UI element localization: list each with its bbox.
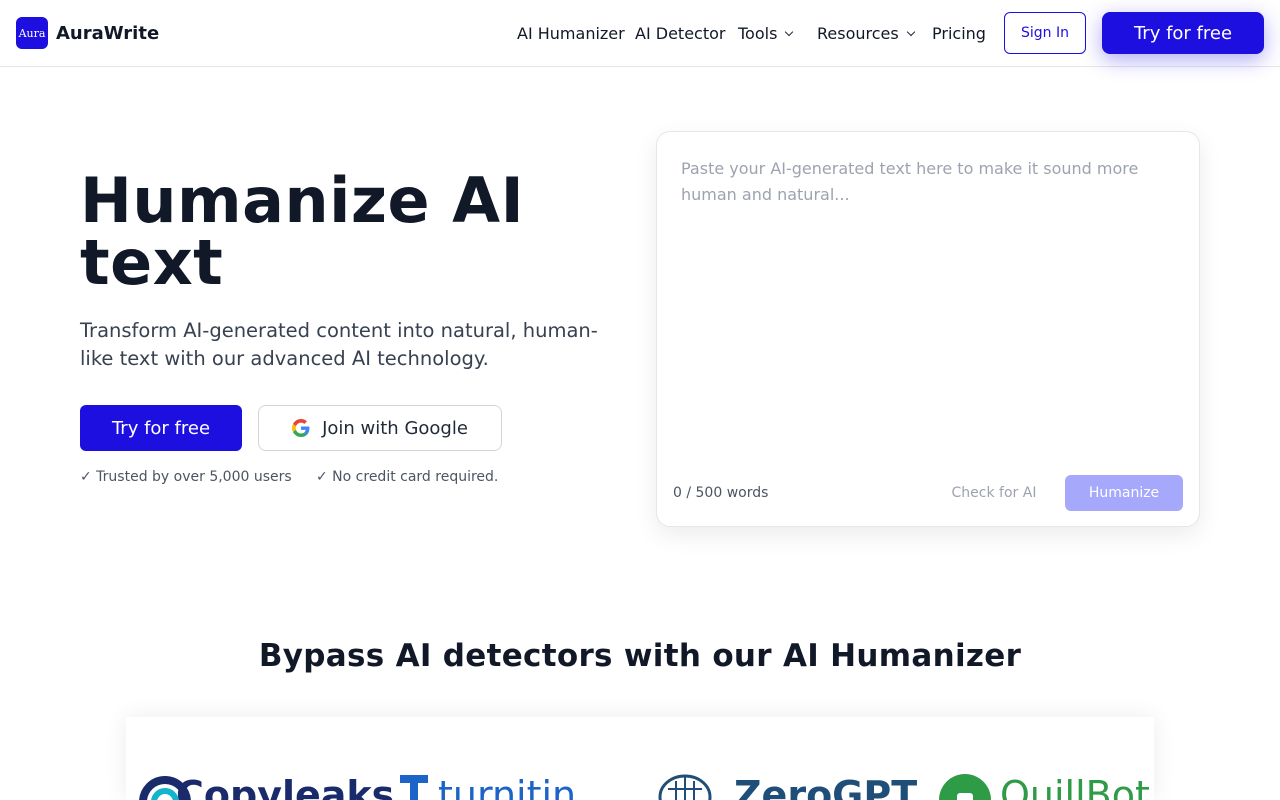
nav-label: Pricing (932, 24, 986, 43)
ai-text-input[interactable] (681, 156, 1171, 436)
no-credit-card-text: ✓ No credit card required. (316, 469, 499, 485)
nav-label: Resources (817, 24, 899, 43)
nav-ai-humanizer[interactable]: AI Humanizer (517, 24, 625, 43)
top-navbar: Aura AuraWrite AI Humanizer AI Detector … (0, 0, 1280, 67)
logo-mark-icon: Aura (16, 17, 48, 49)
quillbot-logo-icon (939, 774, 991, 800)
try-for-free-button[interactable]: Try for free (80, 405, 242, 451)
check-for-ai-button[interactable]: Check for AI (937, 475, 1051, 511)
turnitin-logo: turnitin (438, 773, 577, 800)
nav-ai-detector[interactable]: AI Detector (635, 24, 725, 43)
quillbot-logo: QuillBot (1000, 773, 1150, 800)
nav-pricing[interactable]: Pricing (932, 24, 986, 43)
trust-users-text: ✓ Trusted by over 5,000 users (80, 469, 292, 485)
humanize-button[interactable]: Humanize (1065, 475, 1183, 511)
nav-label: AI Detector (635, 24, 726, 43)
brand-name: AuraWrite (56, 22, 160, 44)
nav-tools[interactable]: Tools (738, 24, 794, 43)
humanizer-editor-card: 0 / 500 words Check for AI Humanize (656, 131, 1200, 527)
join-with-google-button[interactable]: Join with Google (258, 405, 502, 451)
brand-logo[interactable]: Aura AuraWrite (16, 17, 159, 49)
sign-in-button[interactable]: Sign In (1004, 12, 1086, 54)
try-for-free-header-button[interactable]: Try for free (1102, 12, 1264, 54)
hero-title: Humanize AI text (80, 164, 525, 299)
nav-resources[interactable]: Resources (817, 24, 915, 43)
chevron-down-icon (785, 27, 794, 36)
zerogpt-logo: ZeroGPT (734, 773, 918, 800)
nav-label: AI Humanizer (517, 24, 625, 43)
copyleaks-logo: Copyleaks (176, 773, 395, 800)
bypass-section-title: Bypass AI detectors with our AI Humanize… (258, 638, 1022, 674)
hero-subtitle: Transform AI-generated content into natu… (80, 319, 598, 370)
turnitin-logo-icon (400, 775, 428, 800)
zerogpt-brain-icon (658, 774, 712, 800)
detector-logos-strip: Copyleaks turnitin ZeroGPT QuillBot (126, 717, 1154, 800)
word-count: 0 / 500 words (673, 485, 769, 501)
nav-label: Tools (738, 24, 778, 43)
google-button-label: Join with Google (322, 417, 468, 439)
google-icon (292, 419, 310, 437)
chevron-down-icon (906, 27, 915, 36)
